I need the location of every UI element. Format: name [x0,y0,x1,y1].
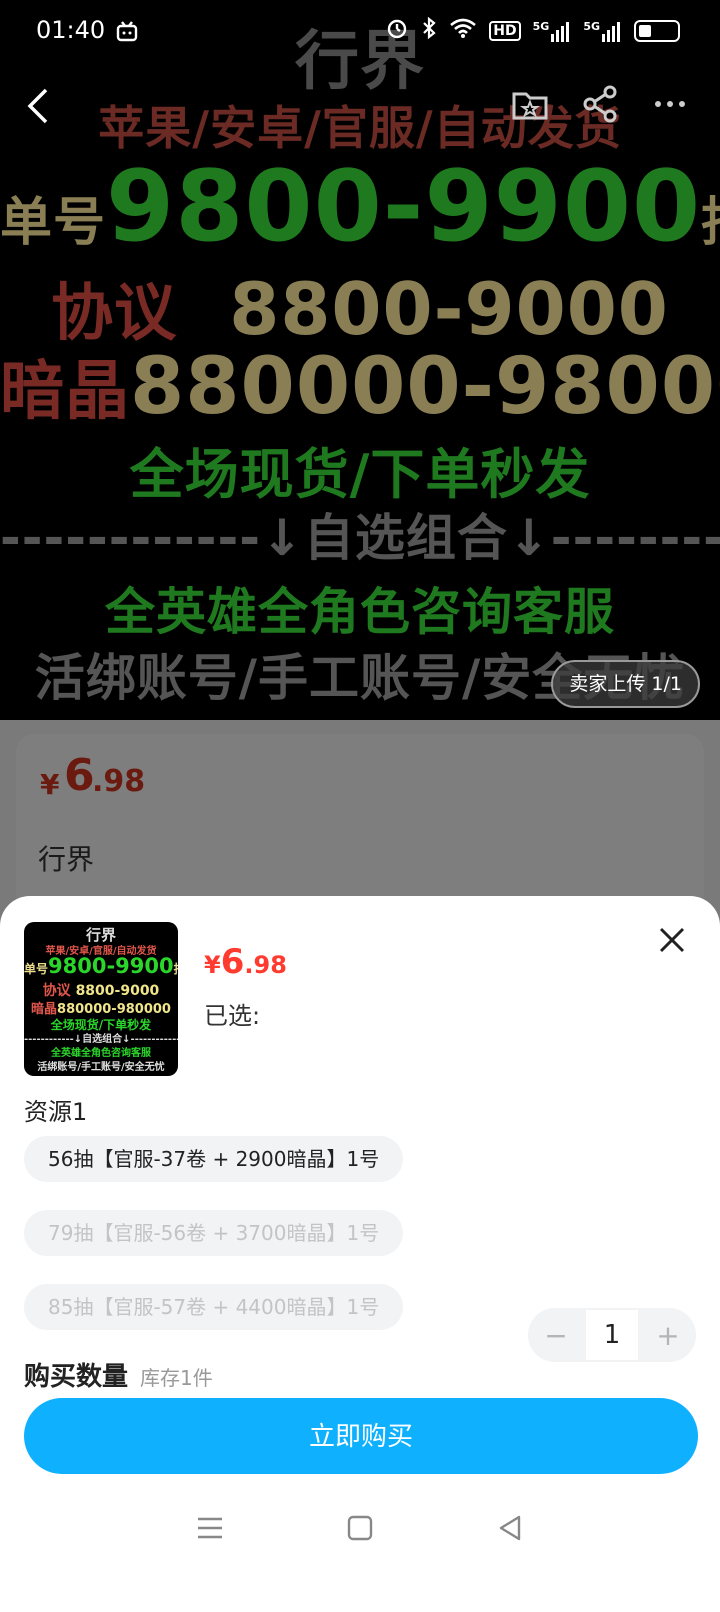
signal-5g-icon-2: 5G [583,20,622,42]
sku-option-1[interactable]: 56抽【官服-37卷 + 2900暗晶】1号 [24,1136,404,1182]
price-integer: 6 [64,750,95,801]
favorite-folder-icon[interactable] [510,84,550,128]
thumb-line-crystal-range: 880000-980000 [57,1002,171,1017]
hero-line-pulls-range: 9800-9900 [106,150,702,264]
back-nav-icon[interactable] [495,1513,525,1547]
status-bar: 01:40 HD 5G 5G [0,0,720,64]
quantity-value[interactable]: 1 [584,1308,640,1362]
bluetooth-icon [421,16,437,45]
thumb-line-account: 活绑账号/手工账号/安全无忧 [37,1062,165,1073]
thumb-line-pulls-right: 抽 [174,962,178,976]
sheet-price-decimal: .98 [244,951,287,979]
status-time: 01:40 [36,16,106,44]
thumb-line-combo: ------------↓自选组合↓------------ [24,1034,178,1045]
hero-line-pulls-right: 抽 [701,193,720,253]
hero-line-crystal: 暗晶880000-980000 [0,340,720,432]
decrease-quantity-button[interactable]: − [528,1308,584,1362]
notification-icon [116,20,138,46]
hero-line-service: 全英雄全角色咨询客服 [105,583,615,641]
sheet-price-integer: 6 [220,942,245,982]
selected-label: 已选: [204,1002,261,1030]
battery-icon [634,19,680,42]
thumb-line-pulls: 单号9800-9900抽 [24,954,178,978]
signal-5g-icon-1: 5G [533,20,572,42]
sheet-price: ¥6.98 [204,942,287,982]
hero-line-crystal-left: 暗晶 [0,355,130,429]
sku-option-2[interactable]: 79抽【官服-56卷 + 3700暗晶】1号 [24,1210,404,1256]
hero-line-protocol-left: 协议 [51,276,178,349]
hero-line-protocol: 协议 8800-9000 [0,262,720,352]
hero-line-combo: ------------↓自选组合↓------------ [0,509,720,567]
alarm-icon [385,16,409,45]
stock-label: 库存1件 [140,1366,213,1390]
system-navigation-bar [0,1500,720,1560]
hero-line-crystal-range: 880000-980000 [130,342,720,432]
hero-line-pulls: 单号9800-9900抽 [0,150,720,264]
thumb-line-pulls-left: 单号 [24,962,49,976]
top-actions [510,84,690,128]
increase-quantity-button[interactable]: + [640,1308,696,1362]
thumb-line-crystal: 暗晶880000-980000 [24,998,178,1017]
hero-line-protocol-range: 8800-9000 [229,267,669,351]
thumb-line-protocol: 协议 8800-9000 [24,980,178,1000]
thumb-line-crystal-left: 暗晶 [31,1002,58,1017]
price-currency: ¥ [40,768,60,801]
buy-now-button[interactable]: 立即购买 [24,1398,698,1474]
sku-option-3[interactable]: 85抽【官服-57卷 + 4400暗晶】1号 [24,1284,404,1330]
home-icon[interactable] [345,1513,375,1547]
image-counter-badge: 卖家上传 1/1 [551,660,700,708]
product-hero-image[interactable]: 行界 苹果/安卓/官服/自动发货 单号9800-9900抽 协议 8800-90… [0,0,720,720]
sku-group-label: 资源1 [24,1098,88,1126]
hd-icon: HD [489,20,521,41]
product-name: 行界 [38,843,95,876]
menu-icon[interactable] [195,1513,225,1547]
product-thumbnail[interactable]: 行界 苹果/安卓/官服/自动发货 单号9800-9900抽 协议 8800-90… [24,922,178,1076]
wifi-icon [449,17,477,44]
thumb-line-protocol-range: 8800-9000 [75,983,160,999]
close-icon [659,927,685,953]
sheet-price-currency: ¥ [204,951,221,979]
status-icons: HD 5G 5G [385,16,680,45]
close-button[interactable] [652,920,692,960]
thumb-line-service: 全英雄全角色咨询客服 [51,1048,151,1059]
thumb-line-pulls-range: 9800-9900 [48,954,174,978]
hero-line-pulls-left: 单号 [0,193,107,253]
thumb-line-protocol-left: 协议 [42,983,71,999]
quantity-stepper: − 1 + [528,1308,696,1362]
price-card: ¥ 6 .98 行界 [16,734,704,914]
sku-selector-sheet: 行界 苹果/安卓/官服/自动发货 单号9800-9900抽 协议 8800-90… [0,896,720,1612]
quantity-label: 购买数量 [24,1362,129,1392]
price-decimal: .98 [92,764,146,799]
share-icon[interactable] [580,84,620,128]
more-icon[interactable] [650,84,690,128]
back-button[interactable] [22,86,62,126]
